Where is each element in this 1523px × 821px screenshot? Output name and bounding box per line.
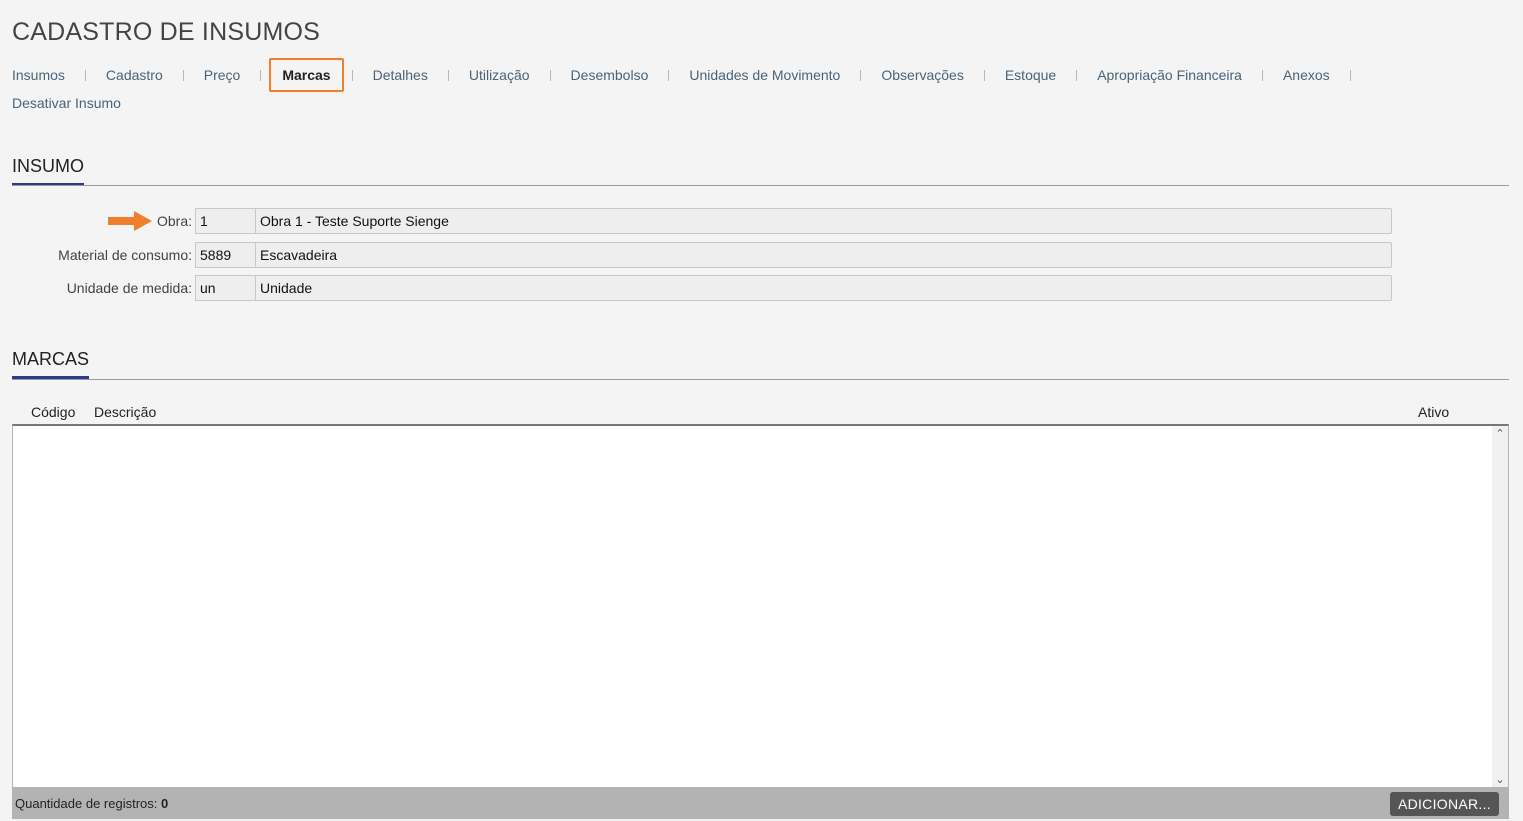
form-row-unidade: Unidade de medida: un Unidade: [0, 275, 1392, 301]
tab-separator: [1261, 69, 1263, 81]
material-code-field[interactable]: 5889: [195, 242, 259, 268]
unidade-label: Unidade de medida:: [66, 280, 192, 296]
column-header-ativo[interactable]: Ativo: [1418, 404, 1449, 420]
column-header-codigo[interactable]: Código: [31, 404, 75, 420]
record-count-value: 0: [161, 796, 169, 811]
tab-observacoes[interactable]: Observações: [881, 67, 963, 83]
material-label: Material de consumo:: [58, 247, 192, 263]
arrow-right-icon: [108, 211, 152, 231]
tab-cadastro[interactable]: Cadastro: [106, 67, 163, 83]
unidade-code-field[interactable]: un: [195, 275, 259, 301]
tab-separator: [84, 69, 86, 81]
form-row-obra: Obra: 1 Obra 1 - Teste Suporte Sienge: [0, 208, 1392, 234]
tab-insumos[interactable]: Insumos: [12, 67, 65, 83]
tab-apropriacao-financeira[interactable]: Apropriação Financeira: [1097, 67, 1242, 83]
tab-desembolso[interactable]: Desembolso: [571, 67, 649, 83]
record-count: Quantidade de registros: 0: [15, 796, 168, 811]
tab-separator: [1076, 69, 1078, 81]
record-count-label: Quantidade de registros:: [15, 796, 158, 811]
tab-estoque[interactable]: Estoque: [1005, 67, 1056, 83]
tab-preco[interactable]: Preço: [204, 67, 241, 83]
insumo-section-header: INSUMO: [12, 156, 1509, 186]
tab-separator: [983, 69, 985, 81]
marcas-section-title: MARCAS: [12, 349, 90, 379]
marcas-table-footer: Quantidade de registros: 0 ADICIONAR...: [12, 787, 1509, 819]
tab-utilizacao[interactable]: Utilização: [469, 67, 530, 83]
vertical-scrollbar[interactable]: ⌃ ⌄: [1492, 426, 1508, 788]
tab-desativar-insumo[interactable]: Desativar Insumo: [12, 95, 121, 111]
obra-label: Obra:: [156, 213, 192, 229]
tab-separator: [447, 69, 449, 81]
chevron-up-icon[interactable]: ⌃: [1492, 426, 1508, 442]
chevron-down-icon[interactable]: ⌄: [1492, 772, 1508, 788]
form-row-material: Material de consumo: 5889 Escavadeira: [0, 242, 1392, 268]
tab-bar: Insumos Cadastro Preço Marcas Detalhes U…: [12, 58, 1412, 111]
insumo-section-title: INSUMO: [12, 156, 84, 186]
marcas-section-header: MARCAS: [12, 349, 1509, 380]
tab-separator: [549, 69, 551, 81]
tab-separator: [351, 69, 353, 81]
page: CADASTRO DE INSUMOS Insumos Cadastro Pre…: [0, 0, 1523, 821]
marcas-table-body[interactable]: ⌃ ⌄: [12, 424, 1509, 789]
section-divider: [12, 185, 1509, 186]
tab-separator: [860, 69, 862, 81]
add-button[interactable]: ADICIONAR...: [1389, 792, 1499, 816]
tab-separator: [1349, 69, 1351, 81]
tab-separator: [182, 69, 184, 81]
tab-anexos[interactable]: Anexos: [1283, 67, 1330, 83]
section-divider: [12, 379, 1509, 380]
marcas-table-header: Código Descrição Ativo: [12, 400, 1509, 424]
column-header-descricao[interactable]: Descrição: [94, 404, 156, 420]
obra-description-field[interactable]: Obra 1 - Teste Suporte Sienge: [255, 208, 1392, 234]
tab-marcas[interactable]: Marcas: [269, 58, 344, 92]
material-description-field[interactable]: Escavadeira: [255, 242, 1392, 268]
tab-detalhes[interactable]: Detalhes: [373, 67, 428, 83]
unidade-description-field[interactable]: Unidade: [255, 275, 1392, 301]
tab-separator: [260, 69, 262, 81]
page-title: CADASTRO DE INSUMOS: [12, 18, 320, 46]
obra-code-field[interactable]: 1: [195, 208, 259, 234]
tab-unidades-de-movimento[interactable]: Unidades de Movimento: [689, 67, 840, 83]
tab-separator: [668, 69, 670, 81]
